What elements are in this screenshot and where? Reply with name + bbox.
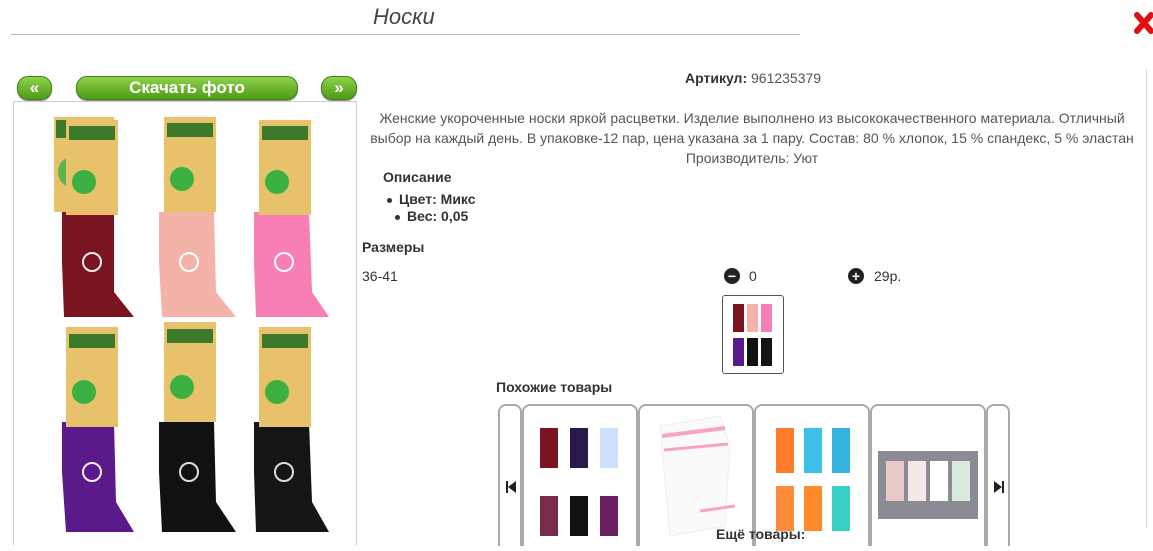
spec-weight: Вес: 0,05 [395,208,468,224]
price-value: 29р. [874,268,902,284]
socks-photo-image: УЮТ+ [54,117,329,532]
skip-forward-icon [994,481,1004,493]
similar-product-image [878,451,978,519]
article-label: Артикул: [685,70,748,86]
bullet-icon [387,197,392,203]
bullet-icon [395,214,400,220]
more-products-heading: Ещё товары: [716,526,806,542]
carousel-prev-button[interactable] [498,404,522,546]
page-title: Носки [373,4,435,29]
skip-back-icon [506,481,516,493]
prev-photo-button[interactable]: « [17,76,52,100]
article-line: Артикул: 961235379 [685,70,821,86]
size-value: 36-41 [362,268,398,284]
spec-color: Цвет: Микс [387,191,476,207]
similar-product-card[interactable] [638,404,754,546]
download-photo-button[interactable]: Скачать фото [76,76,298,100]
description-line: выбор на каждый день. В упаковке-12 пар,… [370,130,1134,146]
close-icon[interactable] [1133,8,1153,38]
product-photo[interactable]: УЮТ+ [13,101,357,545]
sizes-heading: Размеры [362,239,425,255]
specs-heading: Описание [383,169,452,185]
similar-product-card[interactable] [754,404,870,546]
carousel-next-button[interactable] [986,404,1010,546]
similar-products-heading: Похожие товары [496,379,613,395]
spec-weight-text: Вес: 0,05 [407,208,469,224]
similar-product-image [659,415,736,537]
similar-product-image [776,428,850,531]
thumbnail-image [733,304,772,366]
similar-product-card[interactable] [522,404,638,546]
product-description: Женские укороченные носки яркой расцветк… [362,108,1142,168]
similar-product-card[interactable] [870,404,986,546]
quantity-value: 0 [749,268,757,284]
increase-quantity-icon[interactable]: + [848,268,864,284]
description-line: Производитель: Уют [685,150,819,166]
title-divider [11,34,800,35]
article-value: 961235379 [751,70,822,86]
product-thumbnail[interactable] [722,295,784,374]
decrease-quantity-icon[interactable]: − [724,268,740,284]
scrollbar-track[interactable] [1146,68,1147,528]
spec-color-text: Цвет: Микс [399,191,476,207]
next-photo-button[interactable]: » [321,76,357,100]
description-line: Женские укороченные носки яркой расцветк… [379,110,1125,126]
similar-product-image [540,428,618,536]
